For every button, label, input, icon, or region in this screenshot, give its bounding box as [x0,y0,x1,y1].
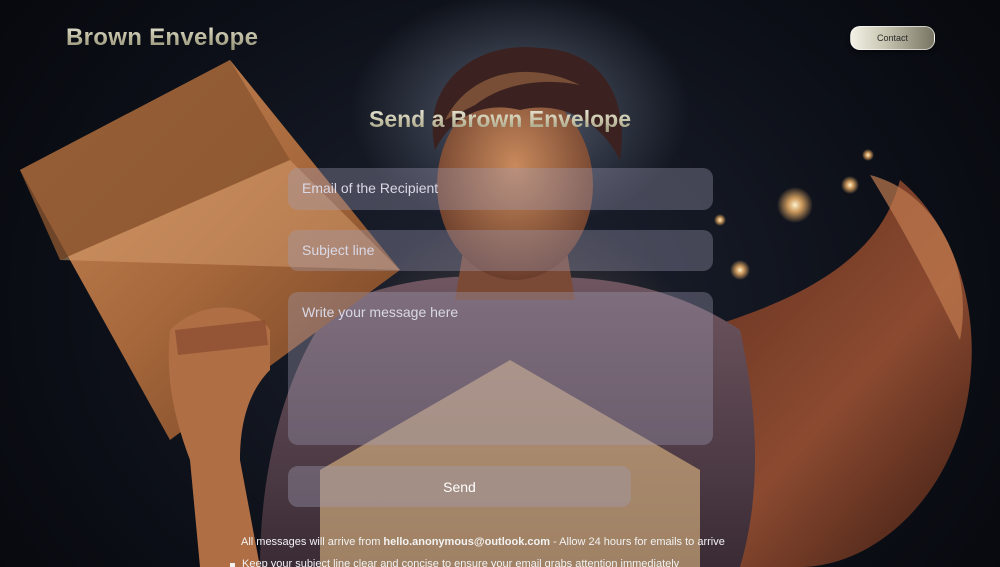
sender-email: hello.anonymous@outlook.com [383,536,550,548]
form-title: Send a Brown Envelope [0,106,1000,133]
message-textarea[interactable]: Write your message here [288,292,713,445]
notice-suffix: - Allow 24 hours for emails to arrive [550,536,725,548]
subject-input[interactable]: Subject line [288,230,713,271]
subject-tip: Keep your subject line clear and concise… [230,558,679,567]
message-placeholder: Write your message here [302,304,459,320]
recipient-email-placeholder: Email of the Recipient [302,180,439,196]
page: Brown Envelope Contact Send a Brown Enve… [0,0,1000,567]
contact-button[interactable]: Contact [850,26,935,50]
site-logo[interactable]: Brown Envelope [66,24,258,52]
delivery-notice: All messages will arrive from hello.anon… [241,536,725,548]
send-button[interactable]: Send [288,466,631,507]
subject-placeholder: Subject line [302,242,375,258]
notice-prefix: All messages will arrive from [241,536,384,548]
recipient-email-input[interactable]: Email of the Recipient [288,168,713,210]
